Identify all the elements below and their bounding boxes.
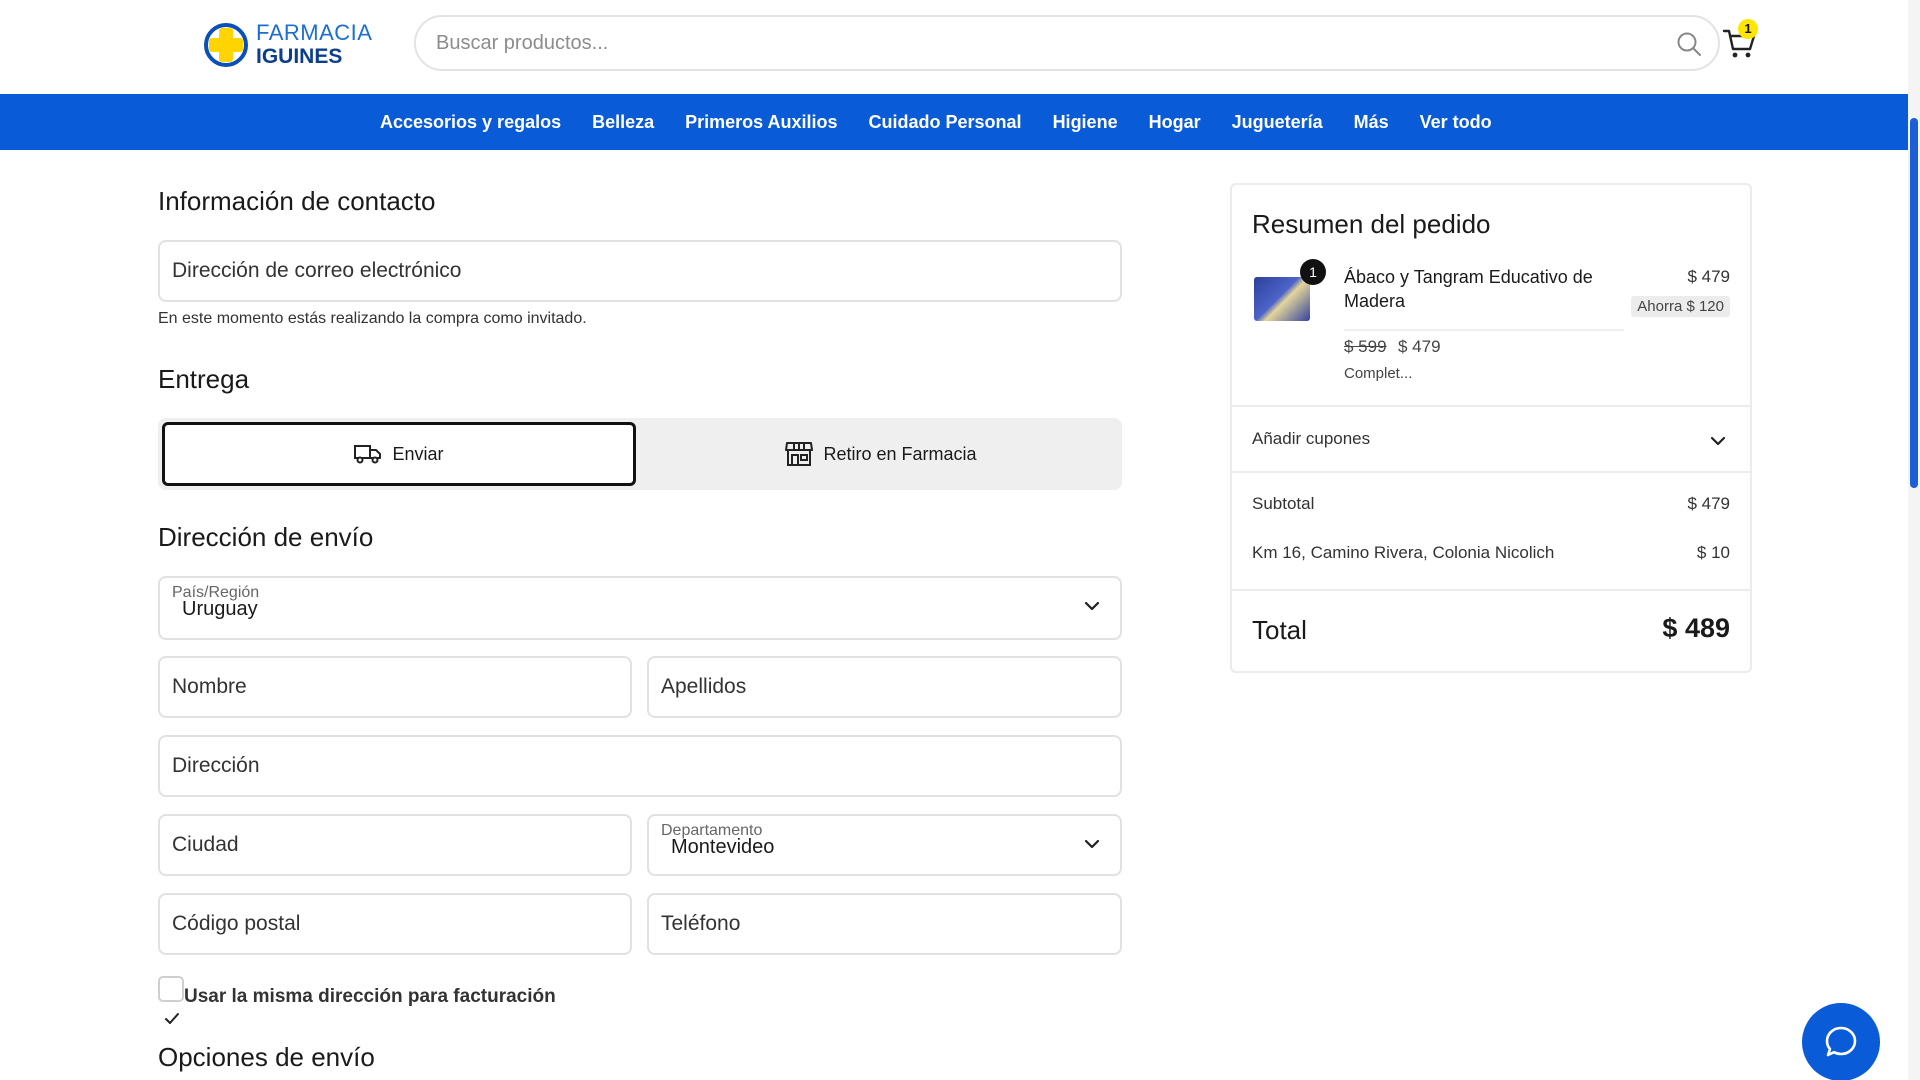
page-scrollbar[interactable] (1908, 0, 1920, 1080)
nav-item-primeros-auxilios[interactable]: Primeros Auxilios (685, 112, 837, 133)
search-bar (414, 15, 1720, 71)
same-billing-checkbox[interactable] (158, 976, 184, 1002)
first-name-field (158, 656, 632, 718)
guest-note: En este momento estás realizando la comp… (158, 310, 587, 327)
address-input[interactable] (172, 737, 1108, 795)
product-note: Complet... (1344, 365, 1413, 382)
postal-code-input[interactable] (172, 895, 618, 953)
summary-title: Resumen del pedido (1252, 209, 1491, 239)
product-old-price: $ 599 (1344, 337, 1387, 356)
product-thumbnail (1254, 277, 1310, 321)
summary-divider (1232, 471, 1750, 473)
chevron-down-icon[interactable] (1710, 435, 1726, 447)
product-new-price: $ 479 (1398, 337, 1441, 356)
shipping-label: Km 16, Camino Rivera, Colonia Nicolich (1252, 543, 1555, 562)
first-name-input[interactable] (172, 658, 618, 716)
product-price: $ 479 (1687, 267, 1730, 286)
nav-item-accesorios[interactable]: Accesorios y regalos (380, 112, 561, 133)
order-summary: Resumen del pedido 1 Ábaco y Tangram Edu… (1230, 183, 1752, 673)
nav-item-mas[interactable]: Más (1354, 112, 1389, 133)
ship-option-label: Enviar (392, 443, 444, 464)
summary-divider (1232, 589, 1750, 591)
category-nav: Accesorios y regalos Belleza Primeros Au… (0, 94, 1908, 150)
product-name: Ábaco y Tangram Educativo de Madera (1344, 267, 1593, 311)
email-input[interactable] (172, 242, 1108, 300)
logo-text: FARMACIA IGUINES (256, 20, 373, 68)
pickup-option[interactable]: Retiro en Farmacia (644, 422, 1118, 486)
total-label: Total (1252, 615, 1307, 645)
chat-bubble-icon (1825, 1026, 1857, 1057)
shipping-value: $ 10 (1696, 543, 1730, 562)
city-input[interactable] (172, 816, 618, 874)
ship-option[interactable]: Enviar (162, 422, 636, 486)
shipping-options-title: Opciones de envío (158, 1042, 375, 1072)
email-field (158, 240, 1122, 302)
address-field (158, 735, 1122, 797)
search-input[interactable] (436, 25, 1636, 61)
shipping-address-title: Dirección de envío (158, 522, 374, 552)
pickup-option-label: Retiro en Farmacia (823, 443, 977, 464)
delivery-title: Entrega (158, 364, 250, 394)
subtotal-label: Subtotal (1252, 494, 1315, 513)
phone-input[interactable] (661, 895, 1108, 953)
chevron-down-icon (1084, 601, 1100, 611)
nav-item-higiene[interactable]: Higiene (1053, 112, 1118, 133)
postal-code-field (158, 893, 632, 955)
nav-item-hogar[interactable]: Hogar (1149, 112, 1201, 133)
cart-count-badge: 1 (1738, 19, 1758, 39)
summary-divider (1232, 405, 1750, 407)
cross-logo-icon (204, 23, 248, 67)
phone-field (647, 893, 1122, 955)
last-name-input[interactable] (661, 658, 1108, 716)
nav-item-jugueteria[interactable]: Juguetería (1232, 112, 1323, 133)
checkmark-icon (165, 1013, 179, 1024)
logo-line1: FARMACIA (256, 20, 373, 45)
delivery-method-group: Enviar Retiro en Farmacia (158, 418, 1122, 490)
store-logo[interactable]: FARMACIA IGUINES (202, 20, 372, 70)
product-qty-badge: 1 (1300, 259, 1326, 285)
nav-item-belleza[interactable]: Belleza (592, 112, 654, 133)
truck-icon (354, 445, 382, 464)
country-value: Uruguay (182, 598, 258, 620)
chevron-down-icon (1084, 839, 1100, 849)
scrollbar-thumb[interactable] (1910, 118, 1918, 488)
same-billing-label[interactable]: Usar la misma dirección para facturación (184, 986, 556, 1008)
savings-badge: Ahorra $ 120 (1631, 296, 1730, 317)
department-value: Montevideo (671, 836, 775, 858)
add-coupons-toggle[interactable]: Añadir cupones (1252, 429, 1370, 449)
store-icon (785, 442, 814, 466)
city-field (158, 814, 632, 876)
search-icon[interactable] (1676, 31, 1702, 57)
department-select[interactable]: Departamento Montevideo (647, 814, 1122, 876)
total-value: $ 489 (1662, 613, 1730, 643)
product-divider (1344, 329, 1624, 331)
logo-line2: IGUINES (256, 45, 343, 68)
nav-item-cuidado-personal[interactable]: Cuidado Personal (869, 112, 1022, 133)
site-header: FARMACIA IGUINES 1 (0, 0, 1908, 94)
contact-title: Información de contacto (158, 186, 436, 216)
last-name-field (647, 656, 1122, 718)
chat-button[interactable] (1802, 1003, 1880, 1080)
country-select[interactable]: País/Región Uruguay (158, 576, 1122, 640)
nav-item-ver-todo[interactable]: Ver todo (1420, 112, 1492, 133)
subtotal-value: $ 479 (1687, 494, 1730, 513)
